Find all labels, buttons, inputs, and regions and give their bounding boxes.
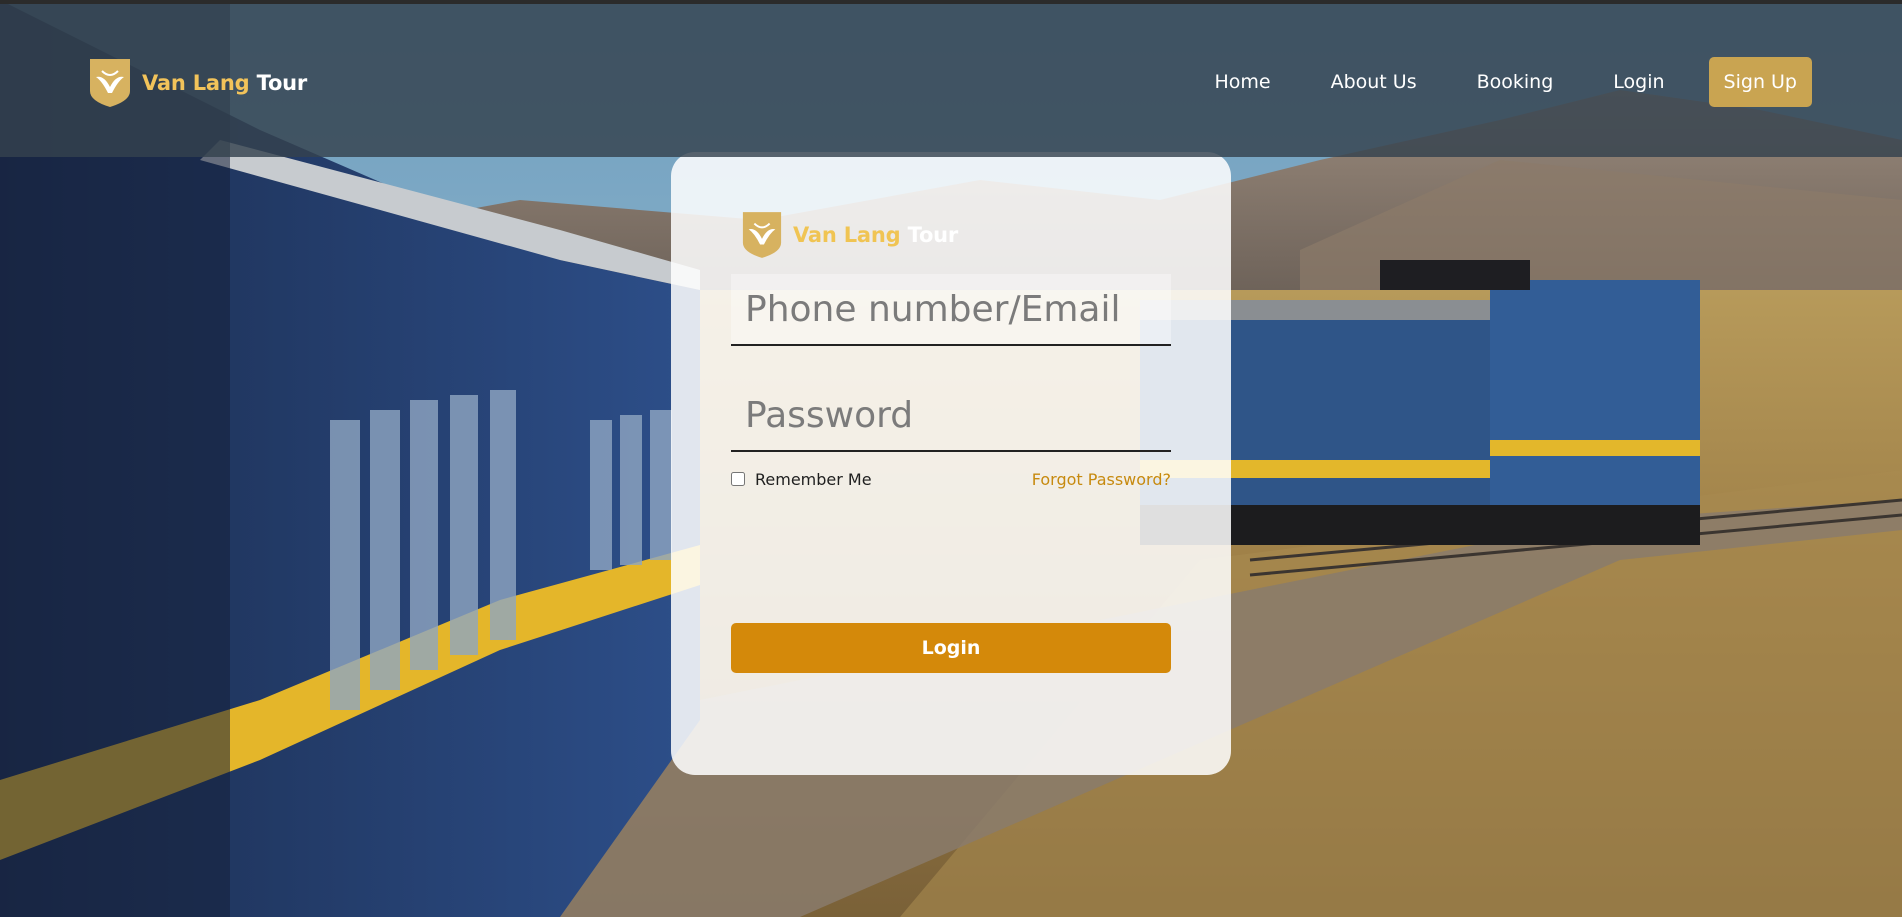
nav-booking[interactable]: Booking — [1477, 71, 1554, 93]
brand-word-1: Van Lang — [142, 71, 250, 95]
card-brand-word-2: Tour — [907, 223, 959, 247]
site-header: Van Lang Tour Home About Us Booking Logi… — [0, 4, 1902, 157]
card-brand-name: Van Lang Tour — [793, 223, 958, 247]
login-card: Van Lang Tour Remember Me Forgot Passwor… — [671, 152, 1231, 775]
nav-about-us[interactable]: About Us — [1331, 71, 1417, 93]
login-options: Remember Me Forgot Password? — [731, 467, 1171, 491]
login-submit-button[interactable]: Login — [731, 623, 1171, 673]
card-brand-word-1: Van Lang — [793, 223, 901, 247]
shield-bird-icon — [90, 59, 130, 107]
brand-logo[interactable]: Van Lang Tour — [88, 56, 307, 110]
card-brand-logo: Van Lang Tour — [741, 210, 958, 260]
brand-word-2: Tour — [256, 71, 308, 95]
signup-button[interactable]: Sign Up — [1708, 57, 1812, 107]
phone-email-input[interactable] — [731, 274, 1171, 346]
nav-home[interactable]: Home — [1214, 71, 1270, 93]
password-input[interactable] — [731, 380, 1171, 452]
forgot-password-link[interactable]: Forgot Password? — [1032, 470, 1171, 489]
brand-name: Van Lang Tour — [142, 71, 307, 95]
remember-me-label: Remember Me — [755, 469, 872, 489]
top-border — [0, 0, 1902, 4]
nav-login[interactable]: Login — [1613, 71, 1664, 93]
remember-me-checkbox[interactable] — [731, 472, 745, 486]
shield-bird-icon — [742, 212, 782, 258]
main-nav: Home About Us Booking Login Sign Up — [1214, 57, 1812, 107]
remember-me: Remember Me — [731, 470, 872, 489]
